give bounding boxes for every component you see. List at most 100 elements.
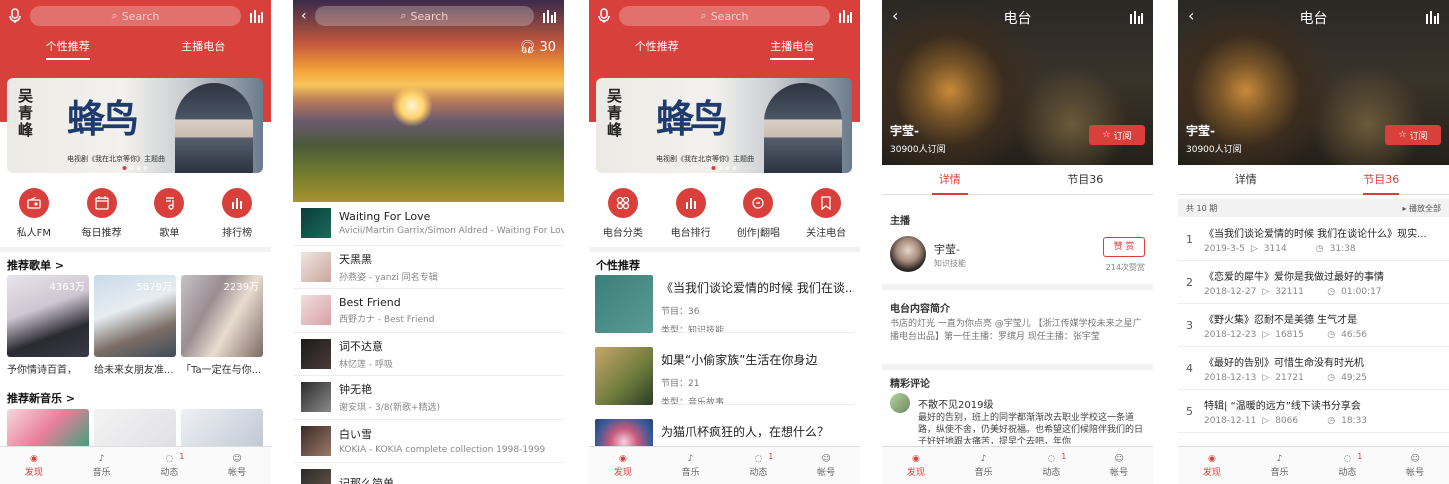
- new-music-card[interactable]: [94, 409, 176, 449]
- equalizer-icon[interactable]: [1425, 10, 1439, 27]
- playlist-card[interactable]: 5879万 给未来女朋友准...: [94, 275, 176, 376]
- commenter-avatar[interactable]: [890, 393, 910, 413]
- equalizer-icon[interactable]: [249, 9, 263, 23]
- page-title: 电台: [1299, 11, 1328, 27]
- clock-icon: ◷: [1315, 243, 1324, 254]
- subscribe-button[interactable]: ☆ 订阅: [1089, 125, 1145, 145]
- search-input[interactable]: ⌕ Search: [619, 6, 830, 26]
- banner-title: 蜂鸟: [67, 96, 139, 141]
- shortcut-row: 私人FM 每日推荐 歌单 排行榜: [0, 188, 271, 239]
- commenter-name: 不散不见2019级: [918, 400, 994, 411]
- play-count-icon: ▷: [1262, 372, 1270, 383]
- playlist-cover: 4363万: [7, 275, 89, 357]
- list-item[interactable]: 4 《最好的告别》可惜生命没有时光机 2018-12-13 ▷ 21721 ◷ 49:25: [1178, 347, 1449, 390]
- nav-dynamic[interactable]: ◌ 1 动态: [749, 452, 773, 478]
- tab-recommend[interactable]: 个性推荐: [45, 38, 90, 60]
- list-item[interactable]: 5 特辑| “温暖的远方”线下读书分享会 2018-12-11 ▷ 8066 ◷ 18:33: [1178, 390, 1449, 433]
- tip-button[interactable]: 赞 赏: [1103, 237, 1145, 257]
- banner-artist: 吴青峰: [16, 88, 34, 139]
- nav-account[interactable]: ☺ 帐号: [817, 454, 835, 478]
- clock-icon: ◷: [1327, 372, 1336, 383]
- avatar[interactable]: [890, 236, 926, 272]
- list-item[interactable]: 1 《当我们谈论爱情的时候 我们在谈论什么》现实... 2019-3-5 ▷ 3114 ◷…: [1178, 218, 1449, 261]
- playlist-card[interactable]: 4363万 予你情诗百首，: [7, 275, 89, 376]
- bar-chart-icon: [222, 188, 253, 218]
- list-item[interactable]: 2 《恋爱的犀牛》爱你是我做过最好的事情 2018-12-27 ▷ 32111 ◷ 01:0…: [1178, 261, 1449, 304]
- banner[interactable]: 吴青峰 蜂鸟 电视剧《我在北京等你》主题曲: [7, 78, 263, 173]
- banner[interactable]: 吴青峰 蜂鸟 电视剧《我在北京等你》主题曲: [596, 78, 852, 173]
- section-new-music[interactable]: 推荐新音乐 >: [7, 390, 75, 406]
- list-item[interactable]: 钟无艳 谢安琪 - 3/8(新歌+精选): [293, 376, 564, 420]
- list-item[interactable]: 记那么简单: [293, 463, 564, 484]
- radio-icon: [18, 188, 49, 218]
- list-item[interactable]: 白い雪 KOKIA - KOKIA complete collection 199…: [293, 420, 564, 463]
- list-item[interactable]: 《当我们谈论爱情的时候 我们在谈... 节目：36 类型：知识技能: [589, 275, 860, 347]
- song-thumb: [301, 295, 331, 326]
- subscribe-button[interactable]: ☆ 订阅: [1385, 125, 1441, 145]
- search-input[interactable]: ⌕ Search: [30, 6, 241, 26]
- list-item[interactable]: Waiting For Love Avicii/Martin Garrix/Sim…: [293, 202, 564, 246]
- clock-icon: ◷: [1327, 286, 1336, 297]
- detail-tabs: 详情 节目36: [1178, 165, 1449, 195]
- shortcut-fm[interactable]: 私人FM: [4, 188, 64, 239]
- new-music-card[interactable]: [7, 409, 89, 449]
- shortcut-daily[interactable]: 每日推荐: [72, 188, 132, 239]
- playlist-card[interactable]: 2239万 「Ta一定在与你...: [181, 275, 263, 376]
- list-item[interactable]: 词不达意 林忆莲 - 呼吸: [293, 333, 564, 376]
- tab-programs[interactable]: 节目36: [1314, 165, 1449, 194]
- shortcut-follow[interactable]: 关注电台: [796, 188, 856, 239]
- list-item[interactable]: 如果“小偷家族”生活在你身边 节目：21 类型：音乐故事: [589, 347, 860, 419]
- nav-account[interactable]: ☺ 帐号: [1110, 454, 1128, 478]
- microphone-icon[interactable]: [597, 8, 611, 24]
- screen-radio-programs: ‹ 电台 宇莹- 30900人订阅 ☆ 订阅 详情 节目36 共 10 期 ▸ 播…: [1178, 0, 1449, 484]
- equalizer-icon[interactable]: [838, 9, 852, 23]
- nav-music[interactable]: ♪ 音乐: [975, 454, 993, 478]
- play-count-icon: ▷: [1262, 415, 1270, 426]
- nav-discover[interactable]: ◉ 发现: [614, 454, 632, 478]
- list-item[interactable]: Best Friend 西野カナ - Best Friend: [293, 289, 564, 333]
- list-item[interactable]: 天黑黑 孙燕姿 - yanzi 同名专辑: [293, 246, 564, 289]
- tab-details[interactable]: 详情: [1178, 165, 1314, 194]
- back-icon[interactable]: ‹: [301, 8, 307, 24]
- banner-dots: [122, 166, 148, 170]
- equalizer-icon[interactable]: [542, 9, 556, 23]
- radio-thumb: [595, 347, 653, 405]
- list-item[interactable]: 3 《野火集》忍耐不是美德 生气才是 2018-12-23 ▷ 16815 ◷ 46:56: [1178, 304, 1449, 347]
- tab-programs[interactable]: 节目36: [1018, 165, 1154, 194]
- search-input[interactable]: ⌕ Search: [314, 6, 534, 26]
- equalizer-icon[interactable]: [1129, 10, 1143, 27]
- section-playlists[interactable]: 推荐歌单 >: [7, 257, 64, 273]
- intro-label: 电台内容简介: [890, 304, 950, 315]
- nav-discover[interactable]: ◉ 发现: [1203, 454, 1221, 478]
- new-music-row: [7, 409, 264, 449]
- shortcut-create[interactable]: 创作|翻唱: [728, 188, 788, 239]
- section-recommend: 个性推荐: [596, 259, 640, 272]
- shortcut-chart[interactable]: 排行榜: [207, 188, 267, 239]
- shortcut-category[interactable]: 电台分类: [593, 188, 653, 239]
- nav-account[interactable]: ☺ 帐号: [228, 454, 246, 478]
- tab-recommend[interactable]: 个性推荐: [635, 38, 679, 60]
- nav-dynamic[interactable]: ◌ 1 动态: [1042, 452, 1066, 478]
- user-icon: ☺: [1410, 453, 1420, 464]
- tab-radio[interactable]: 主播电台: [181, 38, 225, 60]
- bottom-nav: ◉ 发现 ♪ 音乐 ◌ 1 动态 ☺ 帐号: [1178, 446, 1449, 484]
- clock-icon: ◷: [1327, 415, 1336, 426]
- nav-dynamic[interactable]: ◌ 1 动态: [1338, 452, 1362, 478]
- netease-logo-icon: ◉: [29, 453, 38, 464]
- nav-dynamic[interactable]: ◌ 1 动态: [160, 452, 184, 478]
- play-all-button[interactable]: ▸ 播放全部: [1402, 203, 1441, 214]
- nav-music[interactable]: ♪ 音乐: [93, 454, 111, 478]
- tab-radio[interactable]: 主播电台: [770, 38, 815, 60]
- nav-discover[interactable]: ◉ 发现: [25, 454, 43, 478]
- shortcut-playlist[interactable]: 歌单: [139, 188, 199, 239]
- nav-account[interactable]: ☺ 帐号: [1406, 454, 1424, 478]
- nav-discover[interactable]: ◉ 发现: [907, 454, 925, 478]
- shortcut-ranking[interactable]: 电台排行: [661, 188, 721, 239]
- new-music-card[interactable]: [181, 409, 263, 449]
- nav-music[interactable]: ♪ 音乐: [682, 454, 700, 478]
- tab-details[interactable]: 详情: [882, 165, 1018, 194]
- album-cover: [7, 409, 89, 449]
- nav-music[interactable]: ♪ 音乐: [1271, 454, 1289, 478]
- microphone-icon[interactable]: [8, 8, 22, 24]
- chat-icon: ◌: [165, 453, 174, 464]
